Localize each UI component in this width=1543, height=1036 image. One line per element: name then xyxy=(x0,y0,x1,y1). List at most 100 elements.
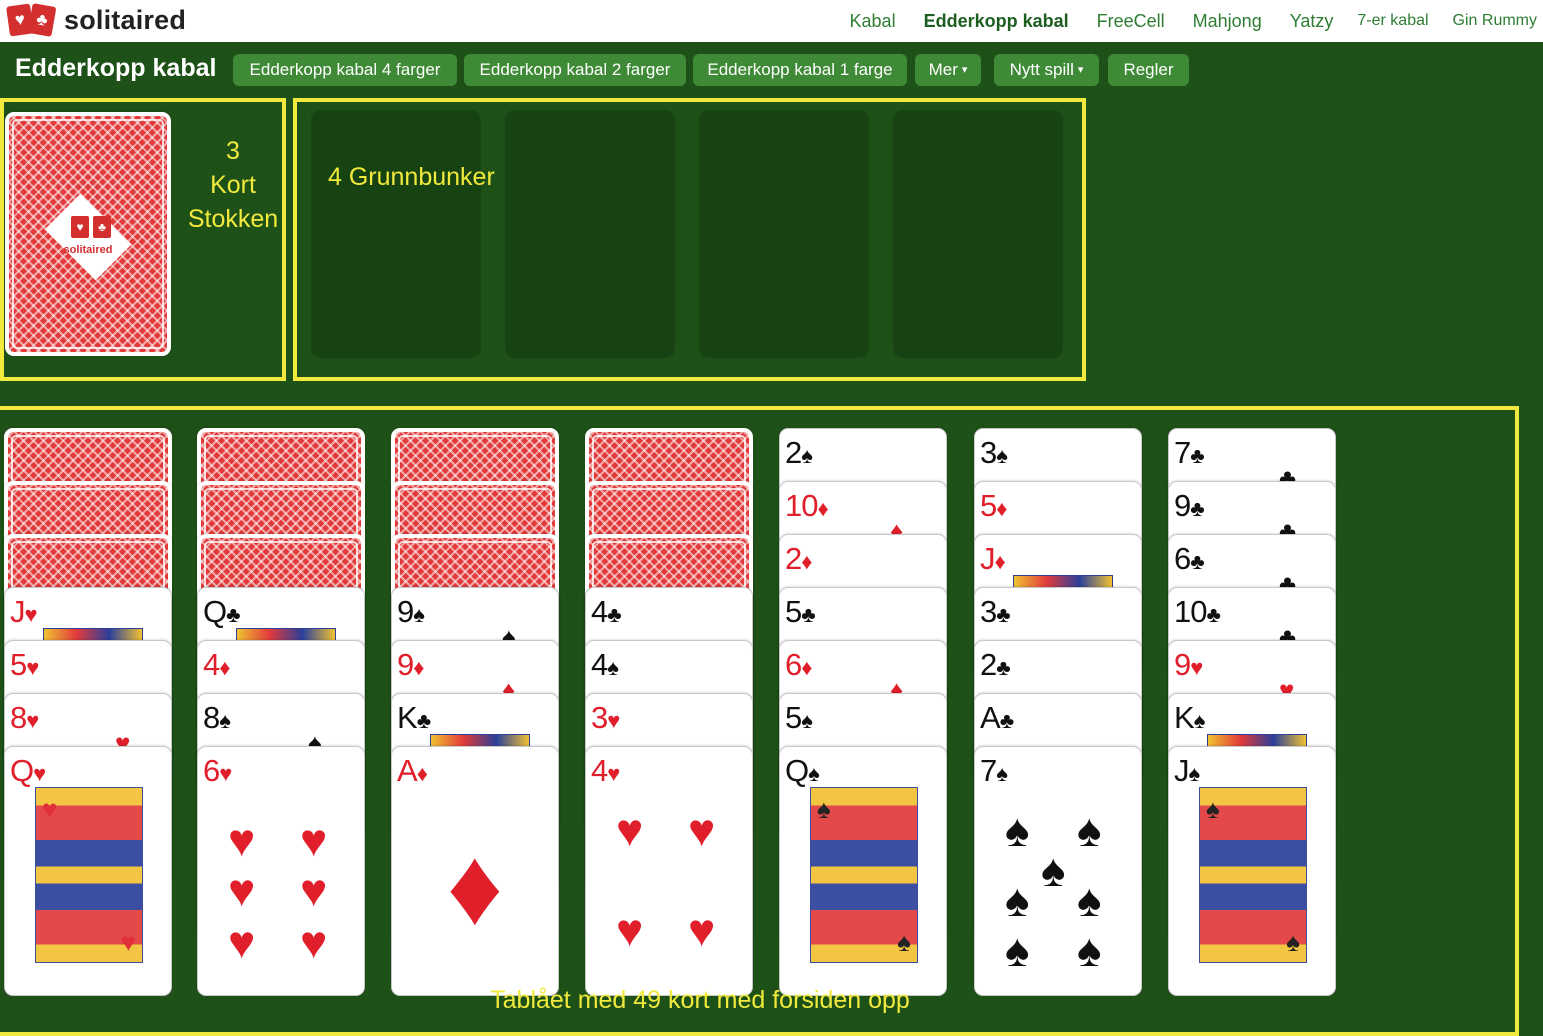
card-suit-icon: ♠ xyxy=(801,443,813,468)
card-corner-index: 10♦ xyxy=(785,488,829,525)
court-suit-icon: ♥ xyxy=(42,794,58,824)
card-pip-icon: ♥ xyxy=(228,864,256,916)
card-corner-index: 2♣ xyxy=(980,649,1011,684)
nav-yatzy[interactable]: Yatzy xyxy=(1290,11,1334,32)
nav-freecell[interactable]: FreeCell xyxy=(1097,11,1165,32)
card-rank: 3 xyxy=(980,594,997,629)
card-suit-icon: ♠ xyxy=(996,761,1008,786)
card-suit-icon: ♥ xyxy=(26,655,39,680)
card-corner-index: A♣ xyxy=(980,700,1014,737)
card-pip-icon: ♥ xyxy=(228,814,256,866)
card-rank: 9 xyxy=(397,594,414,629)
card-corner-index: 9♣ xyxy=(1174,490,1205,525)
foundation-slot-2[interactable] xyxy=(505,110,675,358)
nav-edderkopp-kabal[interactable]: Edderkopp kabal xyxy=(924,11,1069,32)
card-corner-index: 6♣ xyxy=(1174,541,1205,578)
card-rank: Q xyxy=(10,753,34,788)
card-corner-index: J♥ xyxy=(10,594,38,631)
playing-card[interactable]: 7♠ ♠ ♠ ♠ ♠ ♠ ♠ ♠ xyxy=(974,746,1142,996)
card-corner-index: 6♥ xyxy=(203,755,232,790)
foundation-slot-3[interactable] xyxy=(699,110,869,358)
emblem-heart-card: ♥ xyxy=(71,216,89,238)
variant-1-suit-button[interactable]: Edderkopp kabal 1 farge xyxy=(693,54,907,86)
playing-card[interactable]: J♠ ♠ ♠ xyxy=(1168,746,1336,996)
court-suit-icon: ♠ xyxy=(1206,794,1220,824)
card-rank: 4 xyxy=(591,647,608,682)
card-suit-icon: ♠ xyxy=(413,602,425,627)
card-suit-icon: ♥ xyxy=(1190,655,1203,680)
card-rank: 9 xyxy=(1174,647,1191,682)
nav-kabal[interactable]: Kabal xyxy=(850,11,896,32)
card-suit-icon: ♣ xyxy=(1206,602,1220,627)
variant-4-suits-button[interactable]: Edderkopp kabal 4 farger xyxy=(233,54,457,86)
foundation-slot-1[interactable] xyxy=(311,110,481,358)
card-pip-icon: ♠ xyxy=(1005,804,1030,856)
card-suit-icon: ♣ xyxy=(226,602,240,627)
card-pip-icon: ♠ xyxy=(1005,874,1030,926)
card-rank: 7 xyxy=(1174,435,1191,470)
card-corner-index: A♦ xyxy=(397,755,428,790)
card-rank: 10 xyxy=(785,488,818,523)
card-rank: J xyxy=(10,594,25,629)
card-rank: 5 xyxy=(785,700,802,735)
main-nav: Kabal Edderkopp kabal FreeCell Mahjong Y… xyxy=(822,0,1537,42)
new-game-label: Nytt spill xyxy=(1009,60,1074,79)
card-suit-icon: ♥ xyxy=(607,761,620,786)
card-rank: 5 xyxy=(10,647,27,682)
card-suit-icon: ♦ xyxy=(801,549,812,574)
page-title: Edderkopp kabal xyxy=(15,54,217,82)
card-suit-icon: ♠ xyxy=(1193,708,1206,733)
card-back-emblem: ♥ ♣ solitaired xyxy=(27,192,149,282)
more-dropdown-button[interactable]: Mer ▾ xyxy=(915,54,981,86)
more-label: Mer xyxy=(928,60,958,79)
card-rank: K xyxy=(397,700,418,735)
playing-card[interactable]: Q♥ ♥ ♥ xyxy=(4,746,172,996)
card-rank: 10 xyxy=(1174,594,1207,629)
card-pip-icon: ♥ xyxy=(300,814,328,866)
new-game-dropdown-button[interactable]: Nytt spill ▾ xyxy=(994,54,1099,86)
card-corner-index: K♣ xyxy=(397,700,431,737)
emblem-brand-text: solitaired xyxy=(63,244,113,256)
card-suit-icon: ♣ xyxy=(996,655,1010,680)
variant-4-suits-label: Edderkopp kabal 4 farger xyxy=(249,60,441,79)
card-suit-icon: ♥ xyxy=(219,761,232,786)
court-suit-icon: ♠ xyxy=(817,794,831,824)
playing-card[interactable]: A♦ ♦ xyxy=(391,746,559,996)
card-rank: 4 xyxy=(591,594,608,629)
playing-card[interactable]: Q♠ ♠ ♠ xyxy=(779,746,947,996)
card-corner-index: Q♣ xyxy=(203,596,241,631)
card-corner-index: J♦ xyxy=(980,543,1006,578)
card-rank: A xyxy=(980,700,1001,735)
playing-card[interactable]: 6♥ ♥ ♥ ♥ ♥ ♥ ♥ xyxy=(197,746,365,996)
stock-pile[interactable]: ♥ ♣ solitaired xyxy=(5,112,171,356)
nav-7-er-kabal[interactable]: 7-er kabal xyxy=(1357,12,1428,30)
card-rank: 6 xyxy=(1174,541,1191,576)
card-pip-icon: ♥ xyxy=(228,916,256,968)
card-suit-icon: ♥ xyxy=(33,761,46,786)
nav-mahjong[interactable]: Mahjong xyxy=(1193,11,1262,32)
emblem-diamond-shape xyxy=(44,193,132,281)
playing-card[interactable]: 4♥ ♥ ♥ ♥ ♥ xyxy=(585,746,753,996)
card-rank: 2 xyxy=(785,435,802,470)
card-rank: 8 xyxy=(10,700,27,735)
brand-logo-link[interactable]: ♥ ♣ solitaired xyxy=(6,3,186,37)
card-rank: 6 xyxy=(785,647,802,682)
card-pip-icon: ♠ xyxy=(1077,804,1102,856)
card-corner-index: 7♠ xyxy=(980,755,1008,790)
variant-2-suits-button[interactable]: Edderkopp kabal 2 farger xyxy=(464,54,686,86)
logo-club-card: ♣ xyxy=(27,3,57,37)
card-suit-icon: ♣ xyxy=(607,602,621,627)
stock-word-kort: Kort xyxy=(210,171,256,199)
rules-button[interactable]: Regler xyxy=(1108,54,1189,86)
card-corner-index: 10♣ xyxy=(1174,594,1221,631)
emblem-logo-icon: ♥ ♣ xyxy=(71,216,111,238)
card-suit-icon: ♥ xyxy=(607,708,620,733)
card-pip-icon: ♥ xyxy=(616,904,644,956)
foundation-slot-4[interactable] xyxy=(893,110,1063,358)
nav-gin-rummy[interactable]: Gin Rummy xyxy=(1453,12,1537,30)
card-corner-index: 5♥ xyxy=(10,647,39,684)
card-pip-icon: ♥ xyxy=(616,804,644,856)
card-rank: 2 xyxy=(785,541,802,576)
card-corner-index: 8♥ xyxy=(10,700,39,737)
emblem-club-card: ♣ xyxy=(93,216,111,238)
